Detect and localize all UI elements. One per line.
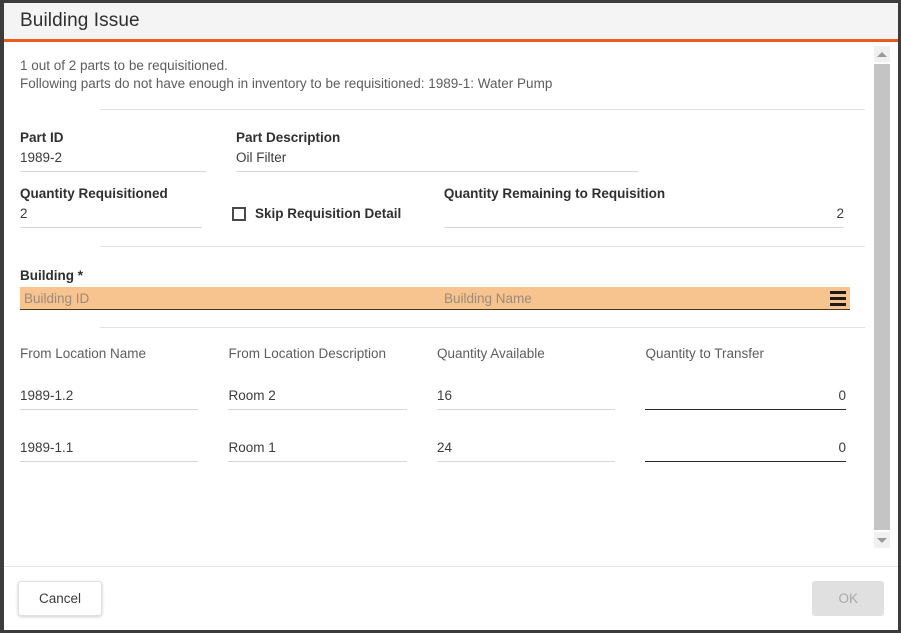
cell-quantity-to-transfer[interactable]: 0 <box>645 434 846 462</box>
building-id-placeholder: Building ID <box>24 290 90 306</box>
quantity-requisitioned-label: Quantity Requisitioned <box>20 186 168 201</box>
building-section: Building * Building ID Building Name <box>4 268 866 310</box>
cell-quantity-available[interactable]: 16 <box>436 382 616 410</box>
grid-cell: 1989-1.1 <box>20 434 228 462</box>
grid-cell: Room 1 <box>228 434 436 462</box>
building-issue-dialog: Building Issue 1 out of 2 parts to be re… <box>0 0 901 633</box>
vertical-scrollbar[interactable] <box>865 42 898 566</box>
skip-requisition-detail-label: Skip Requisition Detail <box>254 206 402 221</box>
checkbox-square-icon <box>231 206 246 221</box>
scrollbar-thumb[interactable] <box>874 64 890 530</box>
grid-cell: 0 <box>645 382 850 410</box>
quantity-requisitioned-field: Quantity Requisitioned 2 <box>20 186 232 228</box>
part-row: Part ID 1989-2 Part Description Oil Filt… <box>20 130 850 172</box>
divider-3 <box>100 327 866 328</box>
part-description-field: Part Description Oil Filter <box>236 130 668 172</box>
divider-1 <box>100 109 866 110</box>
chevron-down-icon <box>877 537 887 543</box>
grid-cell: 0 <box>645 434 850 462</box>
part-description-value[interactable]: Oil Filter <box>236 145 638 172</box>
column-header-location-description: From Location Description <box>228 346 387 361</box>
cell-quantity-to-transfer[interactable]: 0 <box>645 382 846 410</box>
column-header-quantity-available: Quantity Available <box>436 346 545 361</box>
column-header-quantity-to-transfer: Quantity to Transfer <box>645 346 765 361</box>
skip-requisition-detail-field: Skip Requisition Detail <box>231 186 444 228</box>
quantity-requisitioned-value[interactable]: 2 <box>20 201 202 228</box>
cell-quantity-available[interactable]: 24 <box>436 434 616 462</box>
dialog-titlebar: Building Issue <box>4 3 898 42</box>
grid-header-cell: From Location Name <box>20 346 228 368</box>
locations-grid: From Location Name From Location Descrip… <box>4 346 866 462</box>
grid-cell: 24 <box>436 434 645 462</box>
cell-location-description[interactable]: Room 2 <box>228 382 407 410</box>
grid-cell: Room 2 <box>228 382 436 410</box>
quantity-remaining-field: Quantity Remaining to Requisition 2 <box>443 186 850 228</box>
building-name-placeholder: Building Name <box>444 290 532 306</box>
part-id-value[interactable]: 1989-2 <box>20 145 206 172</box>
column-header-location-name: From Location Name <box>20 346 147 361</box>
dialog-content: 1 out of 2 parts to be requisitioned. Fo… <box>4 42 866 566</box>
quantity-remaining-value[interactable]: 2 <box>443 201 844 228</box>
message-line-1: 1 out of 2 parts to be requisitioned. <box>20 58 228 73</box>
scrollbar-down-button[interactable] <box>874 532 890 548</box>
part-id-field: Part ID 1989-2 <box>20 130 236 172</box>
table-row: 1989-1.2 Room 2 16 0 <box>20 382 850 410</box>
chevron-up-icon <box>877 51 887 57</box>
table-row: 1989-1.1 Room 1 24 0 <box>20 434 850 462</box>
building-lookup-input[interactable]: Building ID Building Name <box>20 287 850 310</box>
part-form-area: Part ID 1989-2 Part Description Oil Filt… <box>4 130 866 228</box>
dialog-footer: Cancel OK <box>4 566 898 630</box>
dialog-title: Building Issue <box>20 10 140 31</box>
cancel-button[interactable]: Cancel <box>18 581 103 616</box>
cell-location-description[interactable]: Room 1 <box>228 434 407 462</box>
dialog-body: 1 out of 2 parts to be requisitioned. Fo… <box>4 42 898 566</box>
grid-cell: 16 <box>436 382 645 410</box>
cell-location-name[interactable]: 1989-1.1 <box>20 434 199 462</box>
grid-header-cell: From Location Description <box>228 346 436 368</box>
divider-2 <box>100 246 866 247</box>
grid-header-row: From Location Name From Location Descrip… <box>20 346 850 368</box>
quantity-row: Quantity Requisitioned 2 Skip Requisitio… <box>20 186 850 228</box>
part-description-label: Part Description <box>236 130 341 145</box>
message-block: 1 out of 2 parts to be requisitioned. Fo… <box>4 42 866 93</box>
cell-location-name[interactable]: 1989-1.2 <box>20 382 199 410</box>
building-label: Building * <box>20 268 83 283</box>
part-id-label: Part ID <box>20 130 64 145</box>
grid-header-cell: Quantity Available <box>437 346 645 368</box>
list-menu-icon[interactable] <box>830 290 846 306</box>
message-line-2: Following parts do not have enough in in… <box>20 76 553 91</box>
grid-header-cell: Quantity to Transfer <box>645 346 850 368</box>
scrollbar-up-button[interactable] <box>874 46 890 62</box>
grid-cell: 1989-1.2 <box>20 382 228 410</box>
skip-requisition-detail-checkbox[interactable]: Skip Requisition Detail <box>231 186 414 221</box>
ok-button: OK <box>812 581 884 616</box>
quantity-remaining-label: Quantity Remaining to Requisition <box>443 186 666 201</box>
